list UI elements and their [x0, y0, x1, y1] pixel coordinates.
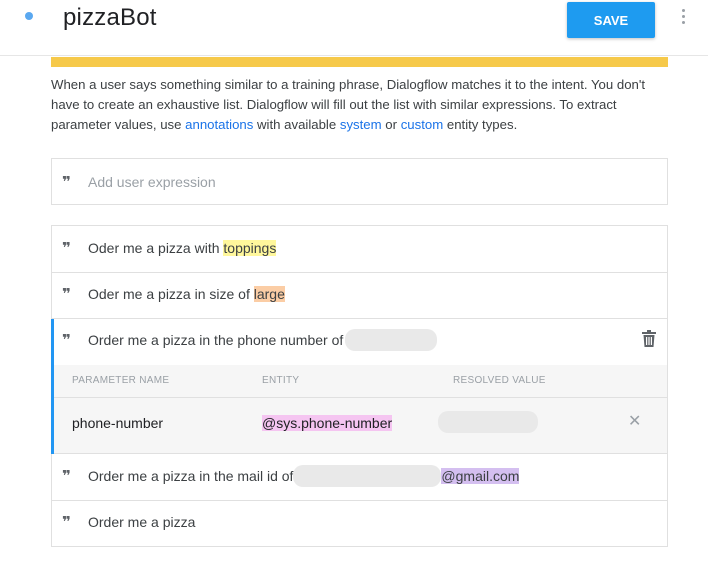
phrase-text: Order me a pizza in the phone number of: [88, 329, 438, 351]
desc-text: entity types.: [443, 117, 518, 132]
phrase-prefix: Oder me a pizza in size of: [88, 286, 254, 302]
training-phrase-row[interactable]: ❞ Oder me a pizza in size of large: [52, 273, 667, 319]
close-icon[interactable]: ✕: [628, 411, 641, 431]
training-phrase-row-selected[interactable]: ❞ Order me a pizza in the phone number o…: [52, 319, 667, 365]
phrase-text: Order me a pizza: [88, 514, 196, 530]
annotations-link[interactable]: annotations: [185, 117, 253, 132]
quote-icon: ❞: [62, 239, 71, 257]
phrase-prefix: Order me a pizza in the mail id of: [88, 468, 294, 485]
quote-icon: ❞: [62, 513, 71, 531]
quote-icon: ❞: [62, 285, 71, 303]
selected-row-indicator: [51, 319, 54, 454]
phrase-prefix: Order me a pizza in the phone number of: [88, 332, 344, 349]
desc-text: or: [381, 117, 401, 132]
parameter-name-cell[interactable]: phone-number: [72, 415, 163, 431]
resolved-value-cell[interactable]: [438, 411, 538, 433]
entity-annotation[interactable]: @gmail.com: [441, 468, 520, 485]
more-vert-icon[interactable]: [680, 9, 686, 29]
save-button[interactable]: SAVE: [567, 2, 655, 38]
phrase-prefix: Oder me a pizza with: [88, 240, 224, 256]
add-expression-card: ❞: [51, 158, 668, 205]
trash-icon[interactable]: [642, 330, 656, 347]
column-header-resolved-value: RESOLVED VALUE: [453, 375, 546, 386]
training-phrases-description: When a user says something similar to a …: [51, 75, 651, 135]
phrase-text: Oder me a pizza with toppings: [88, 240, 277, 256]
app-header: pizzaBot SAVE: [0, 0, 708, 56]
column-header-parameter-name: PARAMETER NAME: [72, 375, 170, 386]
redacted-value: [438, 411, 538, 433]
phrase-text: Oder me a pizza in size of large: [88, 286, 285, 302]
column-header-entity: ENTITY: [262, 375, 300, 386]
training-phrase-row[interactable]: ❞ Order me a pizza: [52, 501, 667, 547]
quote-icon: ❞: [62, 467, 71, 485]
training-phrase-row[interactable]: ❞ Order me a pizza in the mail id of @gma…: [52, 455, 667, 501]
phrase-text: Order me a pizza in the mail id of @gmail…: [88, 465, 520, 487]
entity-annotation[interactable]: large: [253, 286, 285, 302]
table-divider: [52, 397, 667, 398]
redacted-value: [293, 465, 442, 487]
entity-annotation[interactable]: toppings: [223, 240, 277, 256]
redacted-value: [345, 329, 438, 351]
entity-cell[interactable]: @sys.phone-number: [262, 415, 393, 431]
training-phrase-row[interactable]: ❞ Oder me a pizza with toppings: [52, 226, 667, 273]
add-user-expression-input[interactable]: [88, 159, 648, 204]
header-divider: [0, 55, 708, 56]
custom-link[interactable]: custom: [401, 117, 444, 132]
quote-icon: ❞: [62, 173, 71, 191]
system-link[interactable]: system: [340, 117, 382, 132]
agent-title: pizzaBot: [63, 4, 157, 31]
parameter-table: PARAMETER NAME ENTITY RESOLVED VALUE pho…: [52, 365, 667, 454]
banner-strip: [51, 57, 668, 67]
desc-text: with available: [253, 117, 340, 132]
quote-icon: ❞: [62, 331, 71, 349]
status-dot-icon: [25, 12, 33, 20]
training-phrases-list: ❞ Oder me a pizza with toppings ❞ Oder m…: [51, 225, 668, 547]
